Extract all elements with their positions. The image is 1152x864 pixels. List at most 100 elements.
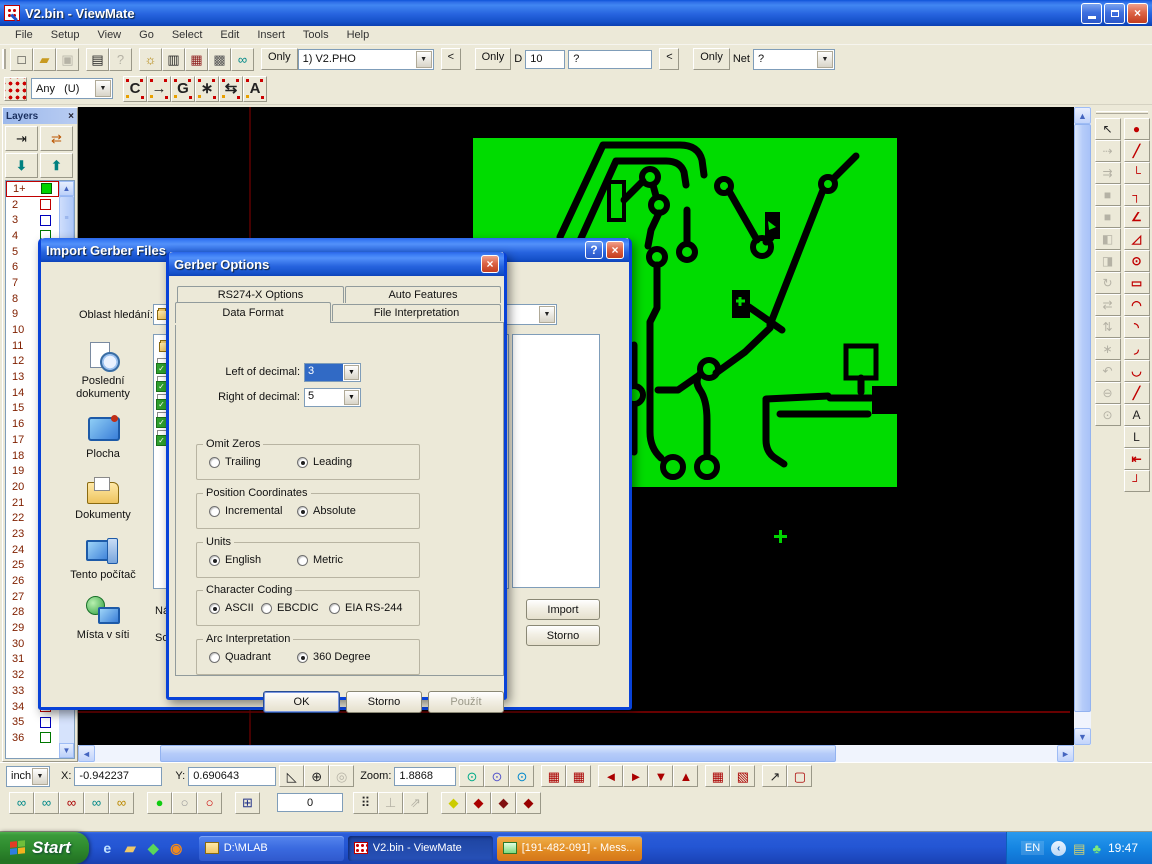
place-documents[interactable]: Dokumenty [57,476,149,522]
rotate-icon[interactable]: ↻ [1095,272,1121,294]
dots-grid-icon[interactable]: ⠿ [353,792,378,814]
dcode-pattern-icon[interactable] [4,77,27,101]
draw-rectangle-icon[interactable]: ▭ [1124,272,1150,294]
layer-row-2[interactable]: 2 [6,197,59,213]
chevron-down-icon[interactable]: ▼ [416,51,432,68]
scroll-down-icon[interactable]: ▼ [1074,728,1091,745]
menu-view[interactable]: View [88,27,130,43]
undo-icon[interactable]: ↶ [1095,360,1121,382]
pad-diamond-icon[interactable]: ◆ [466,792,491,814]
layer-color-swatch[interactable] [40,717,51,728]
dcode-g-button[interactable]: G [171,76,195,102]
net-select-combo[interactable]: ? ▼ [753,49,835,70]
draw-corner-icon[interactable]: ┘ [1124,470,1150,492]
view-selection-glasses-icon[interactable]: ∞ [109,792,134,814]
draw-curve-icon[interactable]: ◡ [1124,360,1150,382]
cancel-button[interactable]: Storno [526,625,600,646]
scroll-right-icon[interactable]: ► [1057,745,1074,762]
chevron-down-icon[interactable]: ▼ [95,80,111,97]
ascii-radio[interactable] [209,603,220,614]
flip-h-icon[interactable]: ◧ [1095,228,1121,250]
chevron-down-icon[interactable]: ▼ [32,768,48,785]
place-my-computer[interactable]: Tento počítač [57,536,149,582]
center-origin-icon[interactable]: ⊕ [304,765,329,787]
task-viewmate[interactable]: V2.bin - ViewMate [348,836,493,861]
drag-move-icon[interactable]: ⇗ [403,792,428,814]
draw-arc-icon[interactable]: ◠ [1124,294,1150,316]
draw-triangle-icon[interactable]: ◿ [1124,228,1150,250]
pan-right-icon[interactable]: ► [623,765,648,787]
import-button[interactable]: Import [526,599,600,620]
pad-diamond-s-icon[interactable]: ◆ [491,792,516,814]
scroll-up-icon[interactable]: ▲ [1074,107,1091,124]
layer-color-swatch[interactable] [40,732,51,743]
restore-button[interactable] [1104,3,1125,24]
zoom-dcode-icon[interactable]: ⊙ [509,765,534,787]
tab-file-interpretation[interactable]: File Interpretation [332,304,501,321]
draw-sketch-icon[interactable]: ∠ [1124,206,1150,228]
step-grid-b-icon[interactable]: ▧ [730,765,755,787]
open-folder-icon[interactable]: ▰ [33,48,56,71]
messenger-tray-icon[interactable]: ♣ [1092,842,1101,855]
only-dcode-toggle[interactable]: Only [475,48,512,70]
layer-color-swatch[interactable] [41,183,52,194]
metric-radio[interactable] [297,555,308,566]
move-layer-up-icon[interactable]: ⬆ [40,153,73,178]
scroll-down-icon[interactable]: ▼ [59,743,74,758]
layer-film-dot-icon[interactable]: ▦ [185,48,208,71]
left-of-decimal-combo[interactable]: 3 ▼ [304,363,361,382]
english-radio[interactable] [209,555,220,566]
clipboard-tray-icon[interactable]: ▤ [1073,842,1085,855]
pan-left-icon[interactable]: ◄ [598,765,623,787]
print-icon[interactable]: ▤ [86,48,109,71]
place-recent-documents[interactable]: Poslední dokumenty [57,342,149,401]
layer-color-swatch[interactable] [40,215,51,226]
dock-layer-icon[interactable]: ⇥ [5,126,38,151]
cancel-button[interactable]: Storno [346,691,422,713]
context-help-icon[interactable]: ? [109,48,132,71]
chevron-down-icon[interactable]: ▼ [344,365,359,380]
anchor-icon[interactable]: ⊥ [378,792,403,814]
menu-help[interactable]: Help [338,27,379,43]
absolute-radio[interactable] [297,506,308,517]
marquee-icon[interactable]: ▢ [787,765,812,787]
firefox-icon[interactable]: ◉ [168,840,185,857]
leading-radio[interactable] [297,457,308,468]
close-icon[interactable]: × [481,255,499,273]
transform-step-icon[interactable]: ⇢ [1095,140,1121,162]
menu-file[interactable]: File [6,27,42,43]
place-desktop[interactable]: Plocha [57,415,149,461]
task-messenger[interactable]: [191-482-091] - Mess... [497,836,642,861]
pan-down-icon[interactable]: ▼ [648,765,673,787]
menu-select[interactable]: Select [163,27,212,43]
toolbar-grip[interactable] [2,49,6,69]
incremental-radio[interactable] [209,506,220,517]
tab-data-format[interactable]: Data Format [175,302,331,323]
probe-node-icon[interactable]: ⊙ [1095,404,1121,426]
layer-order-icon[interactable]: ⇄ [40,126,73,151]
vscroll-thumb[interactable] [1074,124,1091,712]
minimize-button[interactable] [1081,3,1102,24]
draw-circle-icon[interactable]: ⊙ [1124,250,1150,272]
quadrant-radio[interactable] [209,652,220,663]
save-icon[interactable]: ▣ [56,48,79,71]
new-file-icon[interactable]: □ [10,48,33,71]
view-traces-glasses-icon[interactable]: ∞ [84,792,109,814]
help-icon[interactable]: ? [585,241,603,259]
resize-region-icon[interactable]: ↗ [762,765,787,787]
draw-line-icon[interactable]: ╱ [1124,140,1150,162]
draw-polyline-icon[interactable]: └ [1124,162,1150,184]
layers-close-icon[interactable]: × [68,111,74,122]
right-of-decimal-combo[interactable]: 5 ▼ [304,388,361,407]
menu-insert[interactable]: Insert [248,27,294,43]
select-tool-icon[interactable]: ↖ [1095,118,1121,140]
swap-v-icon[interactable]: ⇅ [1095,316,1121,338]
draw-arc-ccw-icon[interactable]: ◝ [1124,316,1150,338]
zoom-in-icon[interactable]: ⊙ [459,765,484,787]
prev-dcode-button[interactable]: < [659,48,679,70]
step-grid-a-icon[interactable]: ▦ [705,765,730,787]
window-pane-icon[interactable]: ⊞ [235,792,260,814]
move-layer-down-icon[interactable]: ⬇ [5,153,38,178]
layer-row-35[interactable]: 35 [6,714,59,730]
layer-color-swatch[interactable] [40,199,51,210]
